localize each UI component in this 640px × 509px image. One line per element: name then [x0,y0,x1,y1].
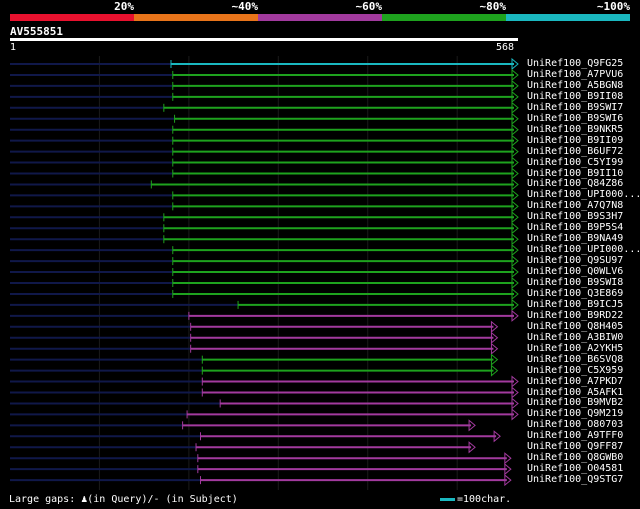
hit-label-link[interactable]: UniRef100_Q8GWB0 [527,452,623,463]
hit-label-link[interactable]: UniRef100_B6SVQ8 [527,354,623,365]
hit-label-link[interactable]: UniRef100_Q9M219 [527,408,623,419]
hit-label-link[interactable]: UniRef100_UPI000... [527,244,640,255]
hit-label-link[interactable]: UniRef100_O04581 [527,463,623,474]
hit-label-link[interactable]: UniRef100_B9II09 [527,135,623,146]
large-gaps-note: Large gaps: ♟(in Query)/- (in Subject) [9,494,238,505]
scale-key: =100char. [440,494,511,505]
hit-label-link[interactable]: UniRef100_B9SWI6 [527,113,623,124]
hit-label-link[interactable]: UniRef100_B9P5S4 [527,222,623,233]
hit-label-link[interactable]: UniRef100_B9MVB2 [527,397,623,408]
hit-label-link[interactable]: UniRef100_B9II08 [527,91,623,102]
hit-label-link[interactable]: UniRef100_Q9STG7 [527,474,623,485]
hit-label-link[interactable]: UniRef100_UPI000... [527,189,640,200]
hit-label-link[interactable]: UniRef100_A9TFF0 [527,430,623,441]
hit-label-link[interactable]: UniRef100_Q84Z86 [527,178,623,189]
hit-label-link[interactable]: UniRef100_Q0WLV6 [527,266,623,277]
hit-label-link[interactable]: UniRef100_A3BIW0 [527,332,623,343]
scale-key-swatch [440,497,455,501]
hit-label-link[interactable]: UniRef100_B9II10 [527,168,623,179]
hit-label-link[interactable]: UniRef100_O80703 [527,419,623,430]
hit-label-link[interactable]: UniRef100_B9SWI8 [527,277,623,288]
hit-label-link[interactable]: UniRef100_B9RD22 [527,310,623,321]
hit-label-link[interactable]: UniRef100_A5BGN8 [527,80,623,91]
hit-label-link[interactable]: UniRef100_C5YI99 [527,157,623,168]
hit-label-link[interactable]: UniRef100_C5X959 [527,365,623,376]
hit-label-link[interactable]: UniRef100_B6UF72 [527,146,623,157]
hit-label-link[interactable]: UniRef100_Q9SU97 [527,255,623,266]
hit-label-link[interactable]: UniRef100_Q3E869 [527,288,623,299]
hit-label-link[interactable]: UniRef100_Q9FF87 [527,441,623,452]
hit-label-link[interactable]: UniRef100_B9NA49 [527,233,623,244]
hit-label-link[interactable]: UniRef100_B9SWI7 [527,102,623,113]
hit-label-link[interactable]: UniRef100_B9S3H7 [527,211,623,222]
hit-label-link[interactable]: UniRef100_A7PVU6 [527,69,623,80]
hit-label-link[interactable]: UniRef100_Q9FG25 [527,58,623,69]
hit-label-link[interactable]: UniRef100_B9NKR5 [527,124,623,135]
hit-label-link[interactable]: UniRef100_Q8H405 [527,321,623,332]
scale-key-label: =100char. [457,494,512,505]
hit-label-link[interactable]: UniRef100_A7PKD7 [527,376,623,387]
hit-label-link[interactable]: UniRef100_A7Q7N8 [527,200,623,211]
hit-label-link[interactable]: UniRef100_A5AFK1 [527,387,623,398]
hit-label-link[interactable]: UniRef100_A2YKH5 [527,343,623,354]
hit-label-link[interactable]: UniRef100_B9ICJ5 [527,299,623,310]
